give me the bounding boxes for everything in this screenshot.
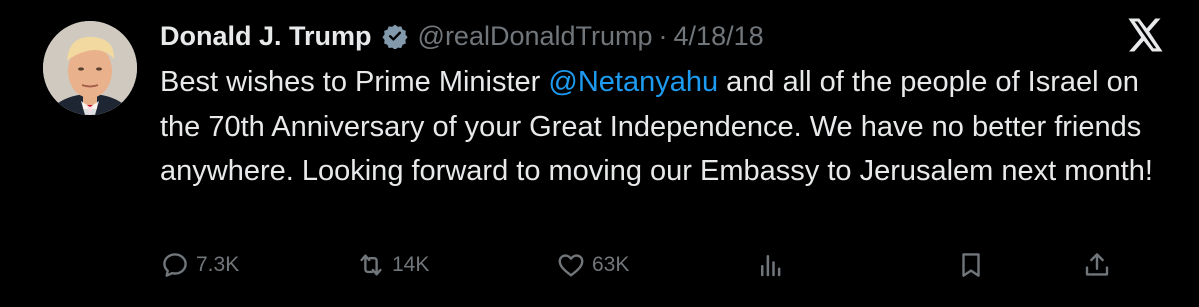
- tweet-card[interactable]: Donald J. Trump @realDonaldTrump · 4/18/…: [0, 0, 1199, 307]
- author-name[interactable]: Donald J. Trump: [160, 21, 372, 52]
- separator-dot: ·: [658, 20, 668, 51]
- tweet-text-part-1: Best wishes to Prime Minister: [160, 66, 549, 98]
- reply-count: 7.3K: [196, 253, 240, 276]
- share-button[interactable]: [1082, 248, 1112, 282]
- action-bar: 7.3K 14K 63K: [160, 248, 1120, 282]
- x-logo-icon[interactable]: [1128, 18, 1164, 52]
- avatar-image: [43, 21, 137, 115]
- views-button[interactable]: [756, 248, 786, 282]
- repost-button[interactable]: 14K: [356, 248, 429, 282]
- author-handle[interactable]: @realDonaldTrump: [418, 21, 653, 52]
- tweet-text: Best wishes to Prime Minister @Netanyahu…: [160, 60, 1170, 194]
- tweet-date[interactable]: 4/18/18: [674, 21, 764, 52]
- mention-link[interactable]: @Netanyahu: [548, 66, 718, 98]
- avatar[interactable]: [43, 21, 137, 115]
- verified-badge-icon: [381, 23, 408, 50]
- bookmark-button[interactable]: [956, 248, 986, 282]
- bookmark-icon: [962, 253, 980, 277]
- repost-count: 14K: [392, 253, 430, 276]
- like-count: 63K: [592, 253, 630, 276]
- share-icon: [1085, 253, 1109, 276]
- reply-icon: [163, 253, 187, 277]
- heart-icon: [558, 254, 584, 277]
- reply-button[interactable]: 7.3K: [160, 248, 239, 282]
- like-button[interactable]: 63K: [556, 248, 629, 282]
- views-icon: [761, 255, 781, 277]
- repost-icon: [360, 254, 382, 276]
- tweet-header: Donald J. Trump @realDonaldTrump · 4/18/…: [160, 18, 764, 54]
